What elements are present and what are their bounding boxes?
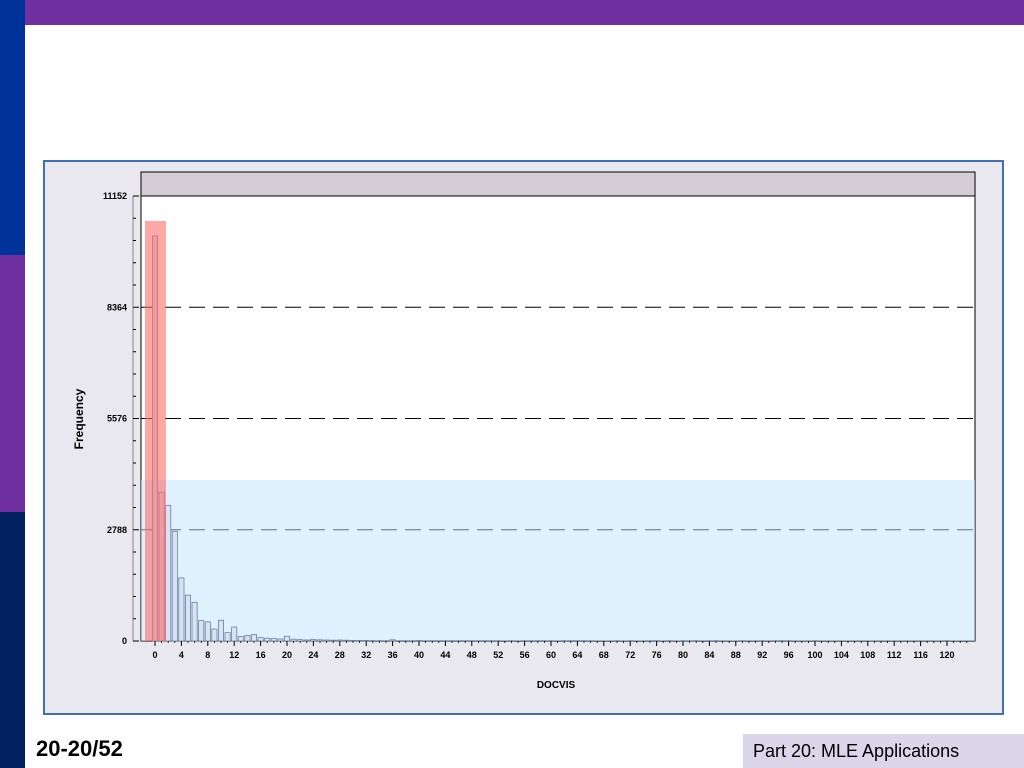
x-tick-label: 76 — [652, 650, 662, 660]
histogram-bar — [290, 638, 297, 642]
histogram-bar — [330, 639, 337, 642]
histogram-bar — [250, 634, 257, 642]
histogram-bar — [178, 577, 185, 642]
histogram-bar — [171, 530, 178, 642]
x-tick-label: 64 — [572, 650, 582, 660]
strip-segment-purple — [0, 255, 25, 512]
highlight-red-region — [145, 221, 166, 641]
y-tick-label: 2788 — [107, 525, 127, 535]
x-tick-label: 36 — [388, 650, 398, 660]
x-tick-label: 60 — [546, 650, 556, 660]
x-tick-label: 24 — [308, 650, 318, 660]
x-tick-label: 112 — [887, 650, 902, 660]
x-tick-label: 84 — [704, 650, 714, 660]
histogram-bar — [217, 619, 224, 642]
histogram-bar — [244, 635, 251, 642]
histogram-bar — [277, 638, 284, 642]
histogram-bar — [283, 635, 290, 642]
histogram-bar — [257, 637, 264, 642]
x-tick-label: 32 — [361, 650, 371, 660]
y-tick-label: 8364 — [107, 302, 127, 312]
x-tick-label: 44 — [440, 650, 450, 660]
histogram-chart: 0278855768364111520 4 8 12 16 20 24 28 32 36 40 44 4… — [72, 171, 976, 691]
histogram-bar — [165, 504, 172, 642]
histogram-bar — [303, 639, 310, 642]
x-tick-label: 52 — [493, 650, 503, 660]
x-tick-label: 72 — [625, 650, 635, 660]
histogram-bar — [297, 639, 304, 642]
x-tick-label: 40 — [414, 650, 424, 660]
y-tick-label: 5576 — [107, 414, 127, 424]
highlight-blue-region — [141, 480, 975, 641]
x-axis-title: DOCVIS — [537, 680, 576, 691]
x-tick-label: 120 — [939, 650, 954, 660]
x-tick-label: 104 — [834, 650, 849, 660]
x-tick-label: 88 — [731, 650, 741, 660]
x-tick-label: 28 — [335, 650, 345, 660]
x-tick-label: 108 — [860, 650, 875, 660]
x-tick-label: 16 — [256, 650, 266, 660]
histogram-bar — [237, 636, 244, 642]
slide-number: 20-20/52 — [36, 736, 123, 761]
strip-segment-blue — [0, 0, 25, 255]
histogram-bar — [204, 621, 211, 642]
histogram-bar — [270, 638, 277, 642]
x-tick-label: 92 — [757, 650, 767, 660]
y-tick-label: 0 — [122, 636, 127, 646]
x-tick-label: 68 — [599, 650, 609, 660]
x-tick-label: 8 — [205, 650, 210, 660]
y-axis-title: Frequency — [72, 388, 86, 449]
x-tick-label: 116 — [913, 650, 928, 660]
histogram-bar — [323, 639, 330, 642]
x-tick-label: 100 — [807, 650, 822, 660]
strip-segment-navy — [0, 512, 25, 768]
y-tick-label: 11152 — [103, 191, 127, 201]
histogram-bar — [184, 594, 191, 642]
x-tick-label: 20 — [282, 650, 292, 660]
histogram-bar — [211, 628, 218, 642]
histogram-bar — [316, 639, 323, 642]
x-tick-label: 96 — [784, 650, 794, 660]
title-bar — [0, 0, 1024, 25]
footer-label: Part 20: MLE Applications — [743, 734, 1024, 768]
histogram-bar — [389, 639, 396, 642]
x-tick-label: 80 — [678, 650, 688, 660]
histogram-bar — [224, 632, 231, 642]
histogram-bar — [264, 637, 271, 642]
x-tick-label: 48 — [467, 650, 477, 660]
left-decorative-strip — [0, 0, 25, 768]
histogram-bar — [310, 639, 317, 642]
histogram-bar — [231, 626, 238, 642]
x-tick-label: 12 — [229, 650, 239, 660]
histogram-bar — [191, 601, 198, 642]
x-tick-label: 4 — [179, 650, 184, 660]
histogram-bar — [343, 639, 350, 642]
chart-header-band — [140, 171, 976, 197]
x-tick-label: 0 — [152, 650, 157, 660]
x-tick-label: 56 — [520, 650, 530, 660]
histogram-bar — [198, 620, 205, 642]
histogram-bar — [336, 639, 343, 642]
